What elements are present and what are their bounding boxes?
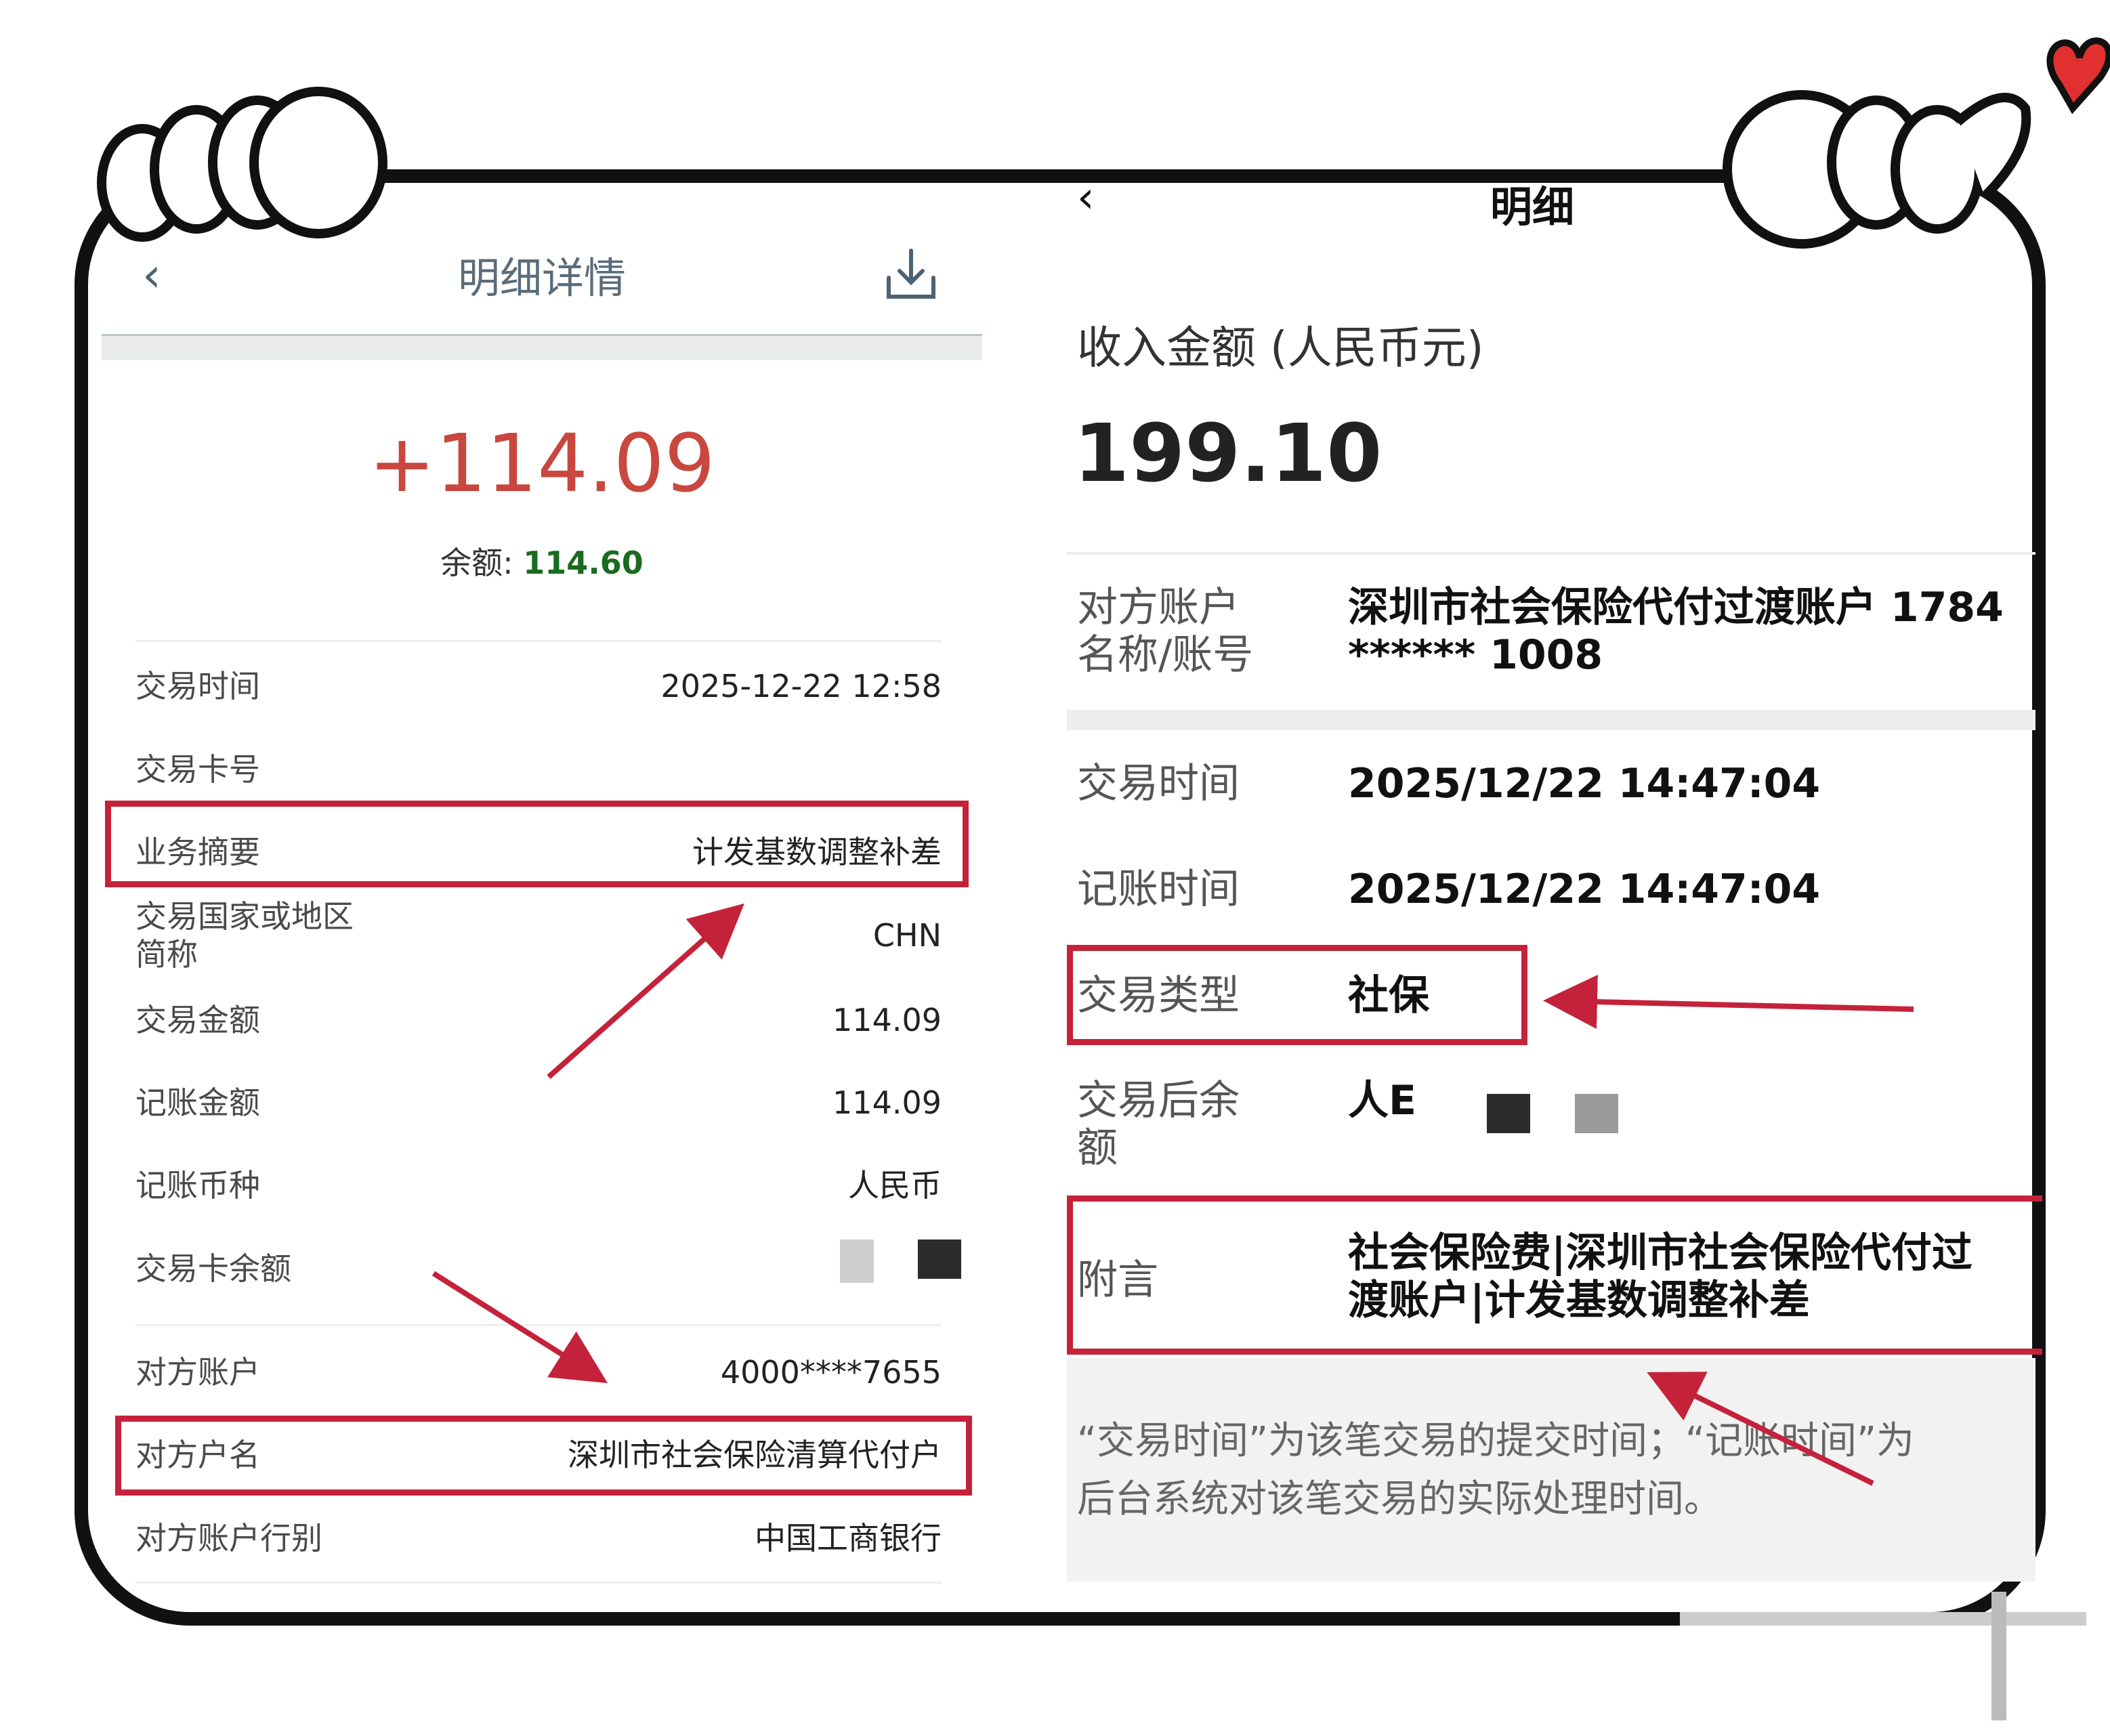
annotation-arrows bbox=[431, 903, 1914, 1486]
arrow-to-memo bbox=[1647, 1372, 1874, 1486]
arrow-to-counterparty-name bbox=[431, 1271, 608, 1384]
arrow-to-trade-type bbox=[1543, 975, 1914, 1030]
arrow-to-summary bbox=[547, 903, 744, 1079]
